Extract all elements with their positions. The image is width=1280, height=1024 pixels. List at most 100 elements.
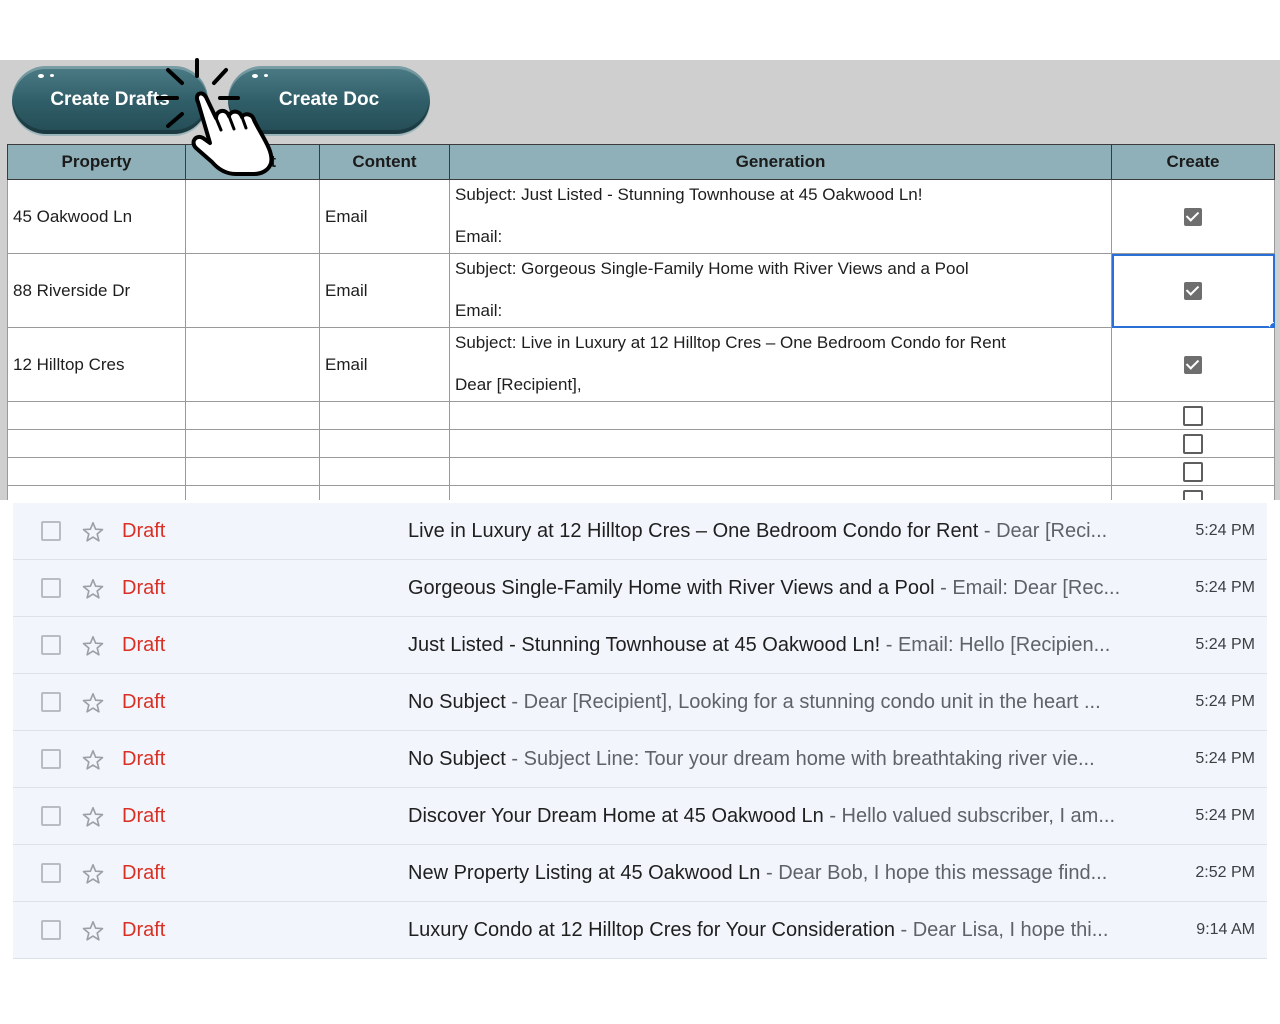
cell-property[interactable]: 45 Oakwood Ln: [7, 179, 186, 254]
empty-cell[interactable]: [7, 457, 186, 486]
email-row[interactable]: Draft Luxury Condo at 12 Hilltop Cres fo…: [13, 902, 1267, 959]
button-shine: [252, 74, 258, 78]
cell-generation[interactable]: Subject: Live in Luxury at 12 Hilltop Cr…: [449, 327, 1112, 402]
empty-cell[interactable]: [7, 401, 186, 430]
header-create[interactable]: Create: [1111, 144, 1275, 180]
cell-property[interactable]: 88 Riverside Dr: [7, 253, 186, 328]
header-property[interactable]: Property: [7, 144, 186, 180]
row-checkbox-icon[interactable]: [41, 863, 61, 883]
row-checkbox-icon[interactable]: [41, 920, 61, 940]
email-row[interactable]: Draft No Subject - Subject Line: Tour yo…: [13, 731, 1267, 788]
email-row[interactable]: Draft Live in Luxury at 12 Hilltop Cres …: [13, 503, 1267, 560]
subject-snippet-separator: -: [505, 747, 524, 770]
draft-label: Draft: [122, 918, 166, 941]
empty-cell[interactable]: [449, 429, 1112, 458]
email-subject: Discover Your Dream Home at 45 Oakwood L…: [408, 804, 824, 827]
cell-create[interactable]: [1111, 179, 1275, 254]
selection-fill-handle[interactable]: [1269, 322, 1274, 327]
empty-cell[interactable]: [7, 485, 186, 500]
email-snippet: Dear [Reci...: [996, 519, 1108, 542]
row-checkbox-icon[interactable]: [41, 692, 61, 712]
checkbox-unchecked-icon[interactable]: [1183, 489, 1203, 500]
cell-create[interactable]: [1111, 457, 1275, 486]
cell-content[interactable]: Email: [319, 253, 450, 328]
cell-client[interactable]: [185, 179, 320, 254]
star-outline-icon[interactable]: [81, 691, 105, 715]
email-time: 5:24 PM: [1195, 693, 1255, 710]
email-row[interactable]: Draft No Subject - Dear [Recipient], Loo…: [13, 674, 1267, 731]
checkbox-unchecked-icon[interactable]: [1183, 405, 1203, 426]
subject-snippet-separator: -: [505, 690, 524, 713]
empty-cell[interactable]: [449, 457, 1112, 486]
create-drafts-label: Create Drafts: [50, 89, 170, 110]
empty-cell[interactable]: [185, 457, 320, 486]
empty-cell[interactable]: [185, 485, 320, 500]
empty-cell[interactable]: [449, 485, 1112, 500]
empty-cell[interactable]: [319, 401, 450, 430]
spreadsheet-panel: Create Drafts Create Doc Property Client…: [0, 60, 1280, 500]
email-text: New Property Listing at 45 Oakwood Ln - …: [408, 862, 1133, 885]
sheet-table: Property Client Content Generation Creat…: [7, 144, 1275, 500]
star-outline-icon[interactable]: [81, 577, 105, 601]
create-doc-button[interactable]: Create Doc: [228, 66, 430, 134]
star-outline-icon[interactable]: [81, 634, 105, 658]
create-drafts-button[interactable]: Create Drafts: [12, 66, 208, 134]
cell-generation[interactable]: Subject: Gorgeous Single-Family Home wit…: [449, 253, 1112, 328]
email-snippet: Email: Hello [Recipien...: [897, 633, 1111, 656]
email-subject: Live in Luxury at 12 Hilltop Cres – One …: [408, 519, 979, 542]
star-outline-icon[interactable]: [81, 862, 105, 886]
cell-property[interactable]: 12 Hilltop Cres: [7, 327, 186, 402]
email-row[interactable]: Draft Just Listed - Stunning Townhouse a…: [13, 617, 1267, 674]
empty-cell[interactable]: [185, 401, 320, 430]
email-time: 5:24 PM: [1195, 522, 1255, 539]
empty-cell[interactable]: [449, 401, 1112, 430]
email-snippet: Dear [Recipient], Looking for a stunning…: [523, 690, 1101, 713]
empty-cell[interactable]: [7, 429, 186, 458]
cell-content[interactable]: Email: [319, 327, 450, 402]
email-text: Discover Your Dream Home at 45 Oakwood L…: [408, 805, 1133, 828]
checkbox-checked-icon[interactable]: [1184, 208, 1202, 227]
email-row[interactable]: Draft Discover Your Dream Home at 45 Oak…: [13, 788, 1267, 845]
row-checkbox-icon[interactable]: [41, 635, 61, 655]
row-checkbox-icon[interactable]: [41, 806, 61, 826]
star-outline-icon[interactable]: [81, 919, 105, 943]
header-client[interactable]: Client: [185, 144, 320, 180]
header-content[interactable]: Content: [319, 144, 450, 180]
cell-create-selected[interactable]: [1111, 253, 1275, 328]
generation-subject: Subject: Gorgeous Single-Family Home wit…: [455, 259, 969, 278]
sheet-row: 88 Riverside Dr Email Subject: Gorgeous …: [7, 253, 1275, 328]
cell-create[interactable]: [1111, 485, 1275, 500]
cell-client[interactable]: [185, 253, 320, 328]
create-doc-label: Create Doc: [278, 89, 380, 110]
email-time: 5:24 PM: [1195, 750, 1255, 767]
email-row[interactable]: Draft Gorgeous Single-Family Home with R…: [13, 560, 1267, 617]
cell-create[interactable]: [1111, 327, 1275, 402]
star-outline-icon[interactable]: [81, 520, 105, 544]
cell-content[interactable]: Email: [319, 179, 450, 254]
email-row[interactable]: Draft New Property Listing at 45 Oakwood…: [13, 845, 1267, 902]
empty-cell[interactable]: [319, 457, 450, 486]
checkbox-unchecked-icon[interactable]: [1183, 433, 1203, 454]
email-time: 5:24 PM: [1195, 579, 1255, 596]
checkbox-checked-icon[interactable]: [1184, 356, 1202, 375]
cell-create[interactable]: [1111, 429, 1275, 458]
row-checkbox-icon[interactable]: [41, 749, 61, 769]
empty-cell[interactable]: [319, 485, 450, 500]
sheet-header-row: Property Client Content Generation Creat…: [7, 144, 1275, 180]
sheet-row: 45 Oakwood Ln Email Subject: Just Listed…: [7, 179, 1275, 254]
cell-client[interactable]: [185, 327, 320, 402]
header-generation[interactable]: Generation: [449, 144, 1112, 180]
sheet-empty-row: [7, 485, 1275, 500]
star-outline-icon[interactable]: [81, 748, 105, 772]
checkbox-checked-icon[interactable]: [1184, 282, 1202, 301]
checkbox-unchecked-icon[interactable]: [1183, 461, 1203, 482]
row-checkbox-icon[interactable]: [41, 578, 61, 598]
cell-create[interactable]: [1111, 401, 1275, 430]
star-outline-icon[interactable]: [81, 805, 105, 829]
cell-generation[interactable]: Subject: Just Listed - Stunning Townhous…: [449, 179, 1112, 254]
subject-snippet-separator: -: [894, 918, 913, 941]
empty-cell[interactable]: [319, 429, 450, 458]
subject-snippet-separator: -: [934, 576, 953, 599]
row-checkbox-icon[interactable]: [41, 521, 61, 541]
empty-cell[interactable]: [185, 429, 320, 458]
